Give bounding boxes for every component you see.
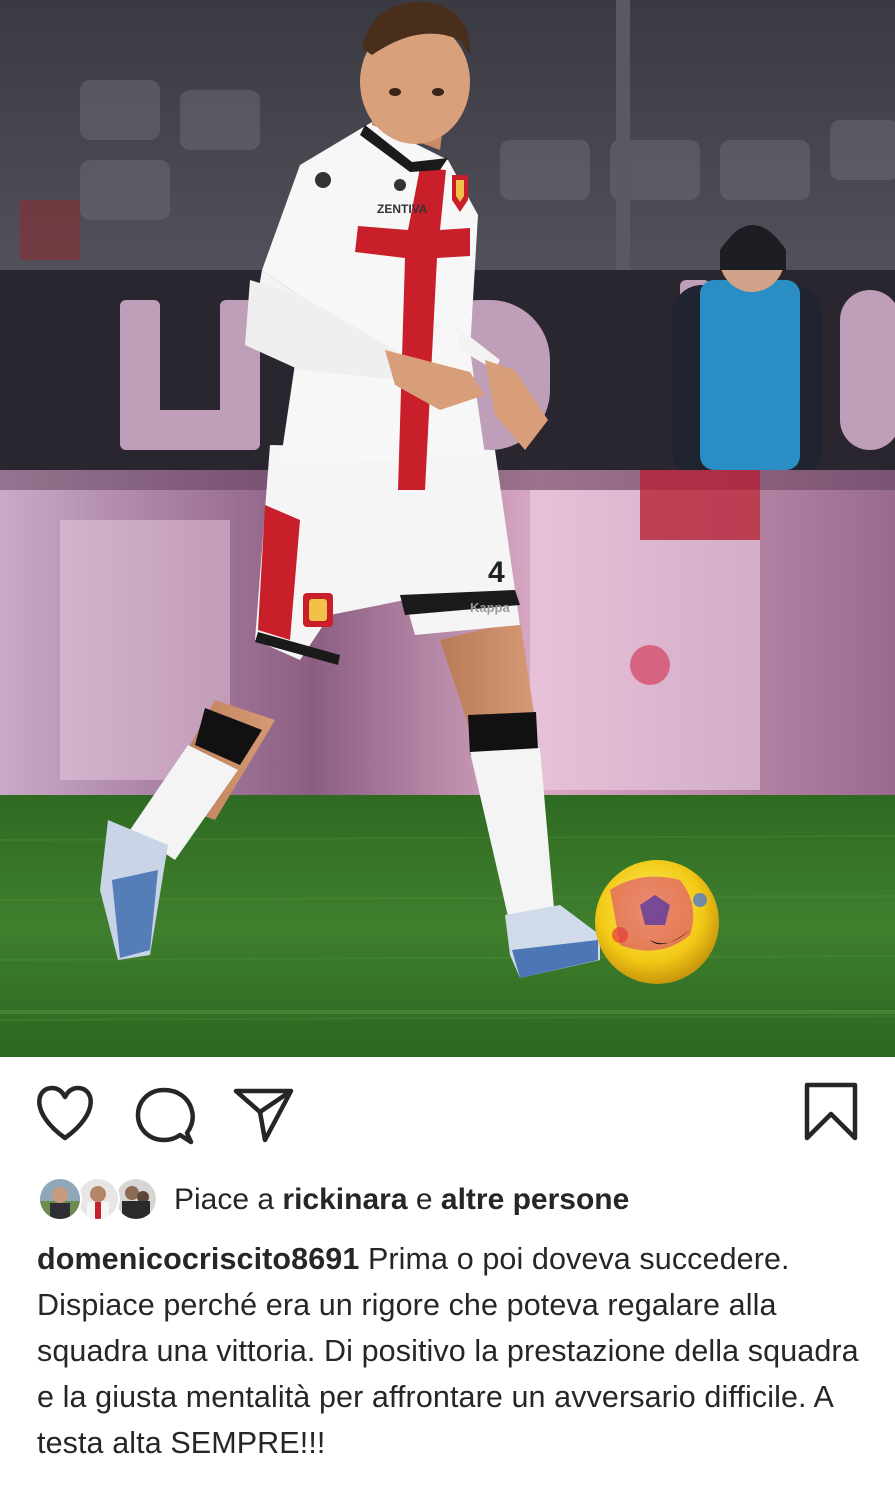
liker-username[interactable]: rickinara <box>282 1183 407 1216</box>
likes-text[interactable]: Piace a rickinara e altre persone <box>174 1183 629 1217</box>
avatar[interactable] <box>114 1177 158 1221</box>
svg-text:ZENTIVA: ZENTIVA <box>377 202 428 216</box>
comment-icon[interactable] <box>134 1087 196 1147</box>
post-action-bar <box>0 1057 895 1167</box>
instagram-post: 4 Kappa ZENTIVA Piace a rickinara e altr… <box>0 0 895 1500</box>
avatar[interactable] <box>38 1177 82 1221</box>
svg-text:Kappa: Kappa <box>470 600 511 615</box>
football-player-photo: 4 Kappa ZENTIVA <box>0 0 895 1057</box>
heart-icon[interactable] <box>34 1084 96 1144</box>
likes-prefix: Piace a <box>174 1183 275 1216</box>
bookmark-icon[interactable] <box>803 1082 859 1142</box>
svg-text:4: 4 <box>488 556 505 589</box>
paper-plane-icon[interactable] <box>233 1087 295 1143</box>
post-caption: domenicocriscito8691 Prima o poi doveva … <box>37 1236 872 1466</box>
likes-others-link[interactable]: altre persone <box>441 1183 629 1216</box>
likes-summary[interactable]: Piace a rickinara e altre persone <box>38 1175 878 1225</box>
post-photo[interactable]: 4 Kappa ZENTIVA <box>0 0 895 1057</box>
caption-username[interactable]: domenicocriscito8691 <box>37 1242 359 1276</box>
liker-avatars[interactable] <box>38 1177 160 1223</box>
likes-connector: e <box>415 1183 433 1216</box>
avatar[interactable] <box>76 1177 120 1221</box>
